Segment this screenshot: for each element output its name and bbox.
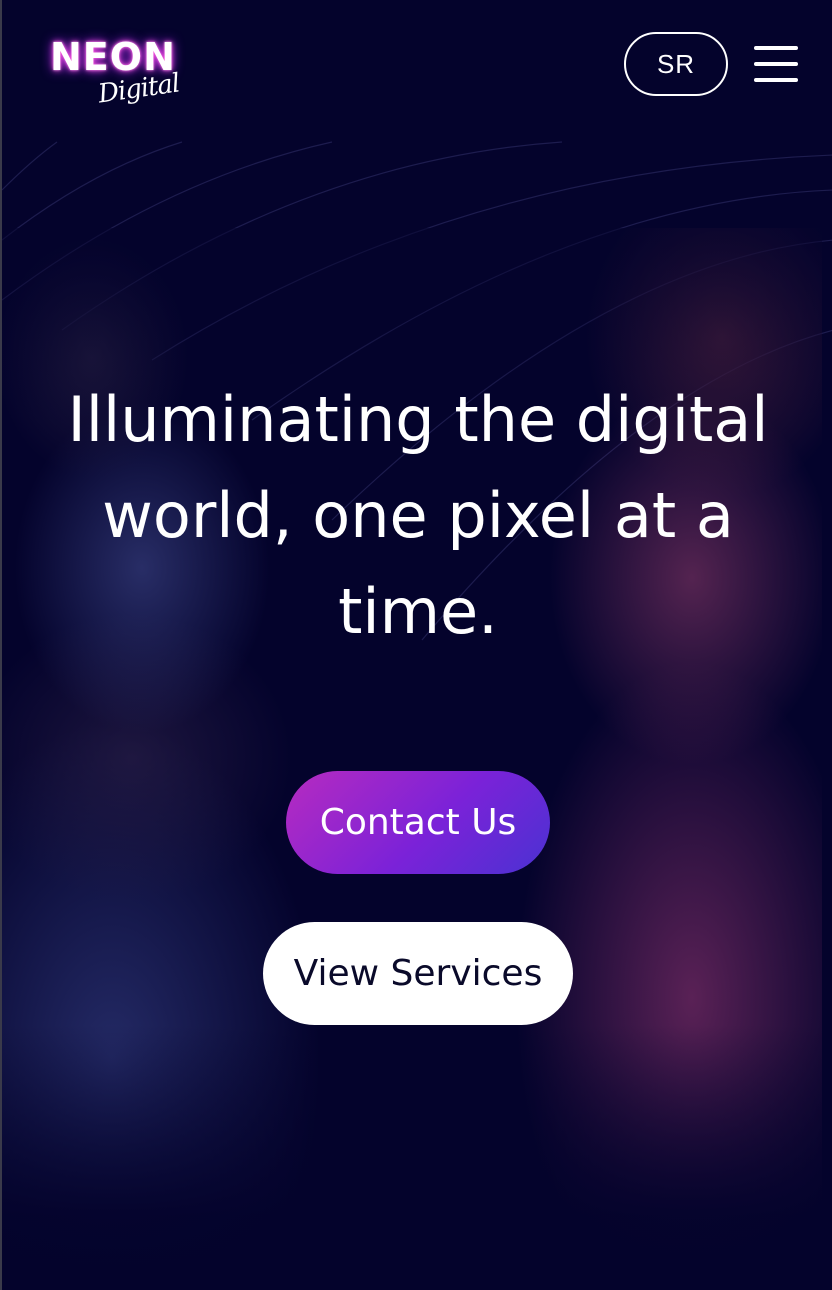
menu-bar — [754, 46, 798, 50]
menu-bar — [754, 62, 798, 66]
menu-bar — [754, 78, 798, 82]
hero-headline: Illuminating the digital world, one pixe… — [67, 383, 769, 648]
contact-us-button[interactable]: Contact Us — [286, 771, 550, 874]
page: NEON Digital SR Illuminating the digital… — [0, 0, 832, 1290]
language-switch-button[interactable]: SR — [624, 32, 728, 96]
logo[interactable]: NEON Digital — [50, 38, 181, 110]
hamburger-menu-icon[interactable] — [754, 46, 798, 82]
view-services-button[interactable]: View Services — [263, 922, 573, 1025]
